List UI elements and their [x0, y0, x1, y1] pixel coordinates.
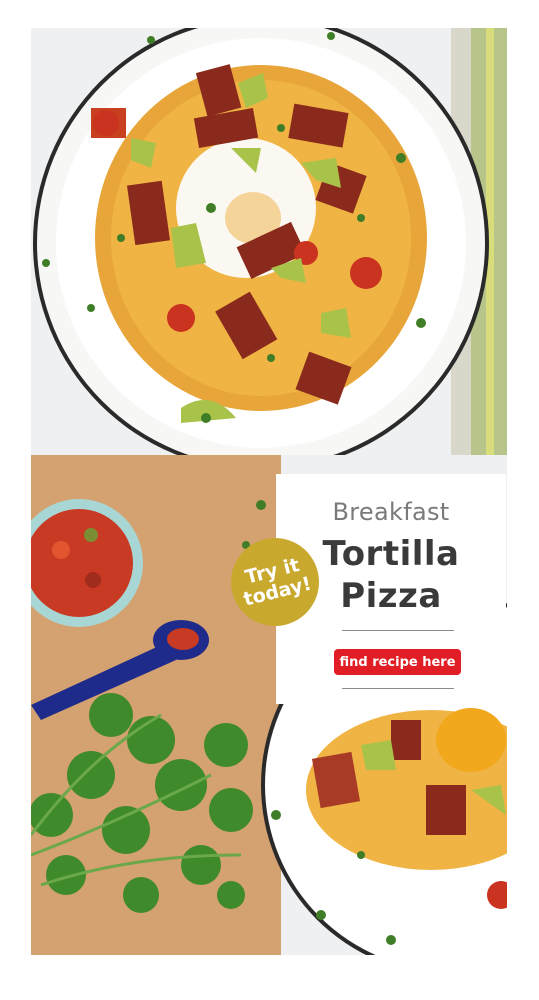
find-recipe-button[interactable]: find recipe here	[334, 649, 461, 675]
divider-bottom	[342, 688, 454, 689]
tortilla-pizza-photo	[33, 28, 507, 474]
divider-top	[342, 630, 454, 631]
promo-subtitle: Breakfast	[332, 498, 450, 526]
hero-photo-top	[31, 28, 507, 474]
